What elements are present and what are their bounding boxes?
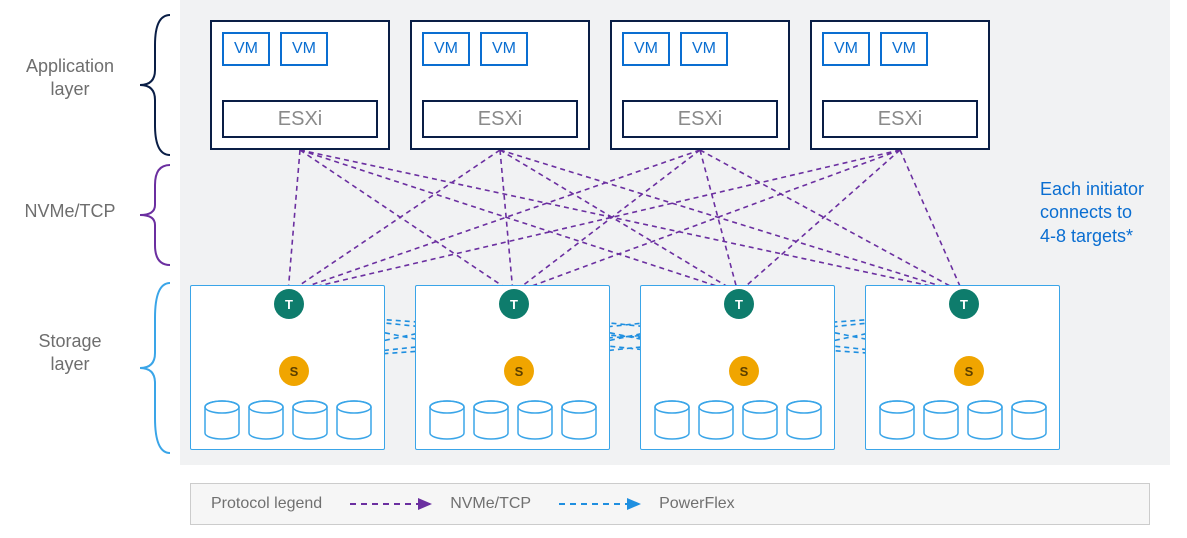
bracket-application	[130, 10, 180, 160]
text: NVMe/TCP	[24, 201, 115, 221]
server-s-circle: S	[954, 356, 984, 386]
disk-icon	[652, 399, 692, 441]
storage-node-4: T S	[865, 285, 1060, 450]
text: layer	[50, 354, 89, 374]
disk-icon	[965, 399, 1005, 441]
text: Storage	[38, 331, 101, 351]
esxi-label: ESXi	[422, 100, 578, 138]
target-t-circle: T	[274, 289, 304, 319]
server-s-circle: S	[504, 356, 534, 386]
text: Each initiator	[1040, 179, 1144, 199]
initiator-note: Each initiator connects to 4-8 targets*	[1040, 178, 1144, 248]
vm-box: VM	[680, 32, 728, 66]
vm-box: VM	[222, 32, 270, 66]
application-layer-label: Application layer	[10, 55, 130, 100]
vm-box: VM	[480, 32, 528, 66]
esxi-label: ESXi	[822, 100, 978, 138]
dashed-arrow-blue-icon	[559, 497, 649, 511]
disk-icon	[202, 399, 242, 441]
target-t-circle: T	[724, 289, 754, 319]
legend-title: Protocol legend	[211, 495, 322, 513]
disk-icon	[515, 399, 555, 441]
disk-icon	[877, 399, 917, 441]
esxi-host-4: VM VM ESXi	[810, 20, 990, 150]
disk-icon	[740, 399, 780, 441]
vm-box: VM	[422, 32, 470, 66]
target-t-circle: T	[949, 289, 979, 319]
text: Application	[26, 56, 114, 76]
bracket-storage	[130, 278, 180, 458]
disk-icon	[334, 399, 374, 441]
storage-node-2: T S	[415, 285, 610, 450]
vm-box: VM	[280, 32, 328, 66]
text: NVMe/TCP	[450, 495, 531, 513]
storage-node-3: T S	[640, 285, 835, 450]
vm-box: VM	[622, 32, 670, 66]
bracket-nvme	[130, 160, 180, 270]
disk-icon	[559, 399, 599, 441]
disk-icon	[921, 399, 961, 441]
esxi-label: ESXi	[222, 100, 378, 138]
text: layer	[50, 79, 89, 99]
disk-row	[866, 399, 1059, 441]
esxi-host-3: VM VM ESXi	[610, 20, 790, 150]
target-t-circle: T	[499, 289, 529, 319]
server-s-circle: S	[729, 356, 759, 386]
legend-powerflex: PowerFlex	[559, 495, 735, 513]
vm-box: VM	[880, 32, 928, 66]
disk-icon	[246, 399, 286, 441]
nvme-layer-label: NVMe/TCP	[10, 200, 130, 223]
esxi-host-2: VM VM ESXi	[410, 20, 590, 150]
disk-icon	[1009, 399, 1049, 441]
text: 4-8 targets*	[1040, 226, 1133, 246]
text: connects to	[1040, 202, 1132, 222]
disk-icon	[427, 399, 467, 441]
disk-icon	[290, 399, 330, 441]
protocol-legend: Protocol legend NVMe/TCP PowerFlex	[190, 483, 1150, 525]
storage-node-1: T S	[190, 285, 385, 450]
disk-icon	[696, 399, 736, 441]
vm-box: VM	[822, 32, 870, 66]
disk-icon	[784, 399, 824, 441]
disk-row	[641, 399, 834, 441]
server-s-circle: S	[279, 356, 309, 386]
esxi-label: ESXi	[622, 100, 778, 138]
text: PowerFlex	[659, 495, 735, 513]
disk-row	[416, 399, 609, 441]
storage-layer-label: Storage layer	[10, 330, 130, 375]
disk-row	[191, 399, 384, 441]
esxi-host-1: VM VM ESXi	[210, 20, 390, 150]
legend-nvme: NVMe/TCP	[350, 495, 531, 513]
disk-icon	[471, 399, 511, 441]
dashed-arrow-purple-icon	[350, 497, 440, 511]
